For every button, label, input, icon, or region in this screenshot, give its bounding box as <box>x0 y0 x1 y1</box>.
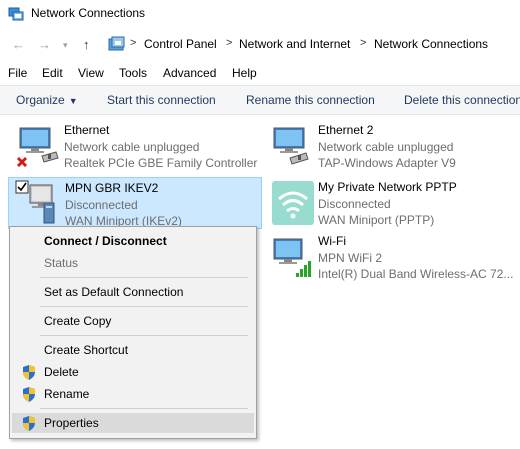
connection-tile-wi-fi[interactable]: Wi-Fi MPN WiFi 2 Intel(R) Dual Band Wire… <box>262 231 514 283</box>
breadcrumb-separator-icon: > <box>360 37 367 49</box>
connection-name: My Private Network PPTP <box>318 180 457 194</box>
menu-separator <box>40 306 248 307</box>
uac-shield-icon <box>22 416 36 434</box>
uac-shield-icon <box>22 387 36 405</box>
menu-tools[interactable]: Tools <box>119 66 147 80</box>
menu-file[interactable]: File <box>8 66 27 80</box>
menu-item-label: Delete <box>44 365 79 379</box>
connection-status: MPN WiFi 2 <box>318 251 382 265</box>
menu-item-create-shortcut[interactable]: Create Shortcut <box>12 340 254 360</box>
command-bar: Organize ▼ Start this connection Rename t… <box>0 85 520 115</box>
breadcrumb-control-panel[interactable]: Control Panel <box>144 37 217 51</box>
connection-device: TAP-Windows Adapter V9 <box>318 156 456 170</box>
menu-separator <box>40 408 248 409</box>
wifi-signal-icon <box>268 233 316 281</box>
menu-item-delete[interactable]: Delete <box>12 362 254 382</box>
connection-tile-mpn-gbr-ikev2[interactable]: MPN GBR IKEV2 Disconnected WAN Miniport … <box>8 177 262 229</box>
menu-separator <box>40 277 248 278</box>
menu-item-label: Create Shortcut <box>44 343 129 357</box>
connection-device: WAN Miniport (PPTP) <box>318 213 435 227</box>
connection-name: Wi-Fi <box>318 234 346 248</box>
rename-connection-button[interactable]: Rename this connection <box>246 93 375 107</box>
forward-arrow-icon[interactable]: → <box>38 37 51 52</box>
recent-locations-chevron-icon[interactable]: ▾ <box>63 40 68 51</box>
menu-help[interactable]: Help <box>232 66 257 80</box>
address-bar: ← → ▾ ↑ > Control Panel > Network and In… <box>0 30 520 60</box>
connection-name: MPN GBR IKEV2 <box>65 181 159 195</box>
connection-name: Ethernet 2 <box>318 123 374 137</box>
menu-item-label: Properties <box>44 416 99 430</box>
ethernet-unplugged-icon <box>14 122 62 170</box>
context-menu: Connect / Disconnect Status Set as Defau… <box>9 226 257 439</box>
connection-tile-ethernet[interactable]: Ethernet Network cable unplugged Realtek… <box>8 120 258 172</box>
connection-tile-ethernet-2[interactable]: Ethernet 2 Network cable unplugged TAP-W… <box>262 120 512 172</box>
menu-item-set-default-connection[interactable]: Set as Default Connection <box>12 282 254 302</box>
menu-item-create-copy[interactable]: Create Copy <box>12 311 254 331</box>
menu-item-label: Set as Default Connection <box>44 285 184 299</box>
breadcrumb-network-connections[interactable]: Network Connections <box>374 37 488 51</box>
menu-view[interactable]: View <box>78 66 104 80</box>
menu-item-label: Connect / Disconnect <box>44 234 167 248</box>
vpn-computer-icon <box>14 179 62 227</box>
breadcrumb-separator-icon: > <box>130 37 137 49</box>
wifi-logo-icon <box>268 179 316 227</box>
up-arrow-icon[interactable]: ↑ <box>83 37 90 52</box>
connection-tile-my-private-network-pptp[interactable]: My Private Network PPTP Disconnected WAN… <box>262 177 512 229</box>
window-title: Network Connections <box>31 6 146 20</box>
connection-device: Intel(R) Dual Band Wireless-AC 72... <box>318 267 514 281</box>
menu-advanced[interactable]: Advanced <box>163 66 216 80</box>
dropdown-caret-icon: ▼ <box>68 96 78 106</box>
title-bar: Network Connections <box>0 0 520 30</box>
start-connection-button[interactable]: Start this connection <box>107 93 216 107</box>
uac-shield-icon <box>22 365 36 383</box>
delete-connection-button[interactable]: Delete this connection <box>404 93 520 107</box>
menu-separator <box>40 335 248 336</box>
control-panel-folder-icon <box>108 36 126 55</box>
network-connections-icon <box>8 6 24 25</box>
menu-item-connect-disconnect[interactable]: Connect / Disconnect <box>12 231 254 251</box>
ethernet-icon <box>268 122 316 170</box>
menu-bar: File Edit View Tools Advanced Help <box>0 62 520 84</box>
organize-label: Organize <box>16 93 65 107</box>
connection-status: Disconnected <box>318 197 391 211</box>
connection-status: Network cable unplugged <box>318 140 454 154</box>
menu-item-status: Status <box>12 253 254 273</box>
address-box[interactable]: > Control Panel > Network and Internet >… <box>104 34 520 56</box>
connection-status: Disconnected <box>65 198 138 212</box>
menu-item-label: Create Copy <box>44 314 112 328</box>
back-arrow-icon[interactable]: ← <box>12 37 25 52</box>
breadcrumb-network-and-internet[interactable]: Network and Internet <box>239 37 350 51</box>
connection-device: Realtek PCIe GBE Family Controller <box>64 156 258 170</box>
connection-name: Ethernet <box>64 123 110 137</box>
connection-status: Network cable unplugged <box>64 140 200 154</box>
organize-button[interactable]: Organize ▼ <box>16 93 78 107</box>
menu-edit[interactable]: Edit <box>42 66 63 80</box>
menu-item-label: Rename <box>44 387 90 401</box>
menu-item-rename[interactable]: Rename <box>12 384 254 404</box>
breadcrumb-separator-icon: > <box>226 37 233 49</box>
menu-item-label: Status <box>44 256 79 270</box>
menu-item-properties[interactable]: Properties <box>12 413 254 433</box>
